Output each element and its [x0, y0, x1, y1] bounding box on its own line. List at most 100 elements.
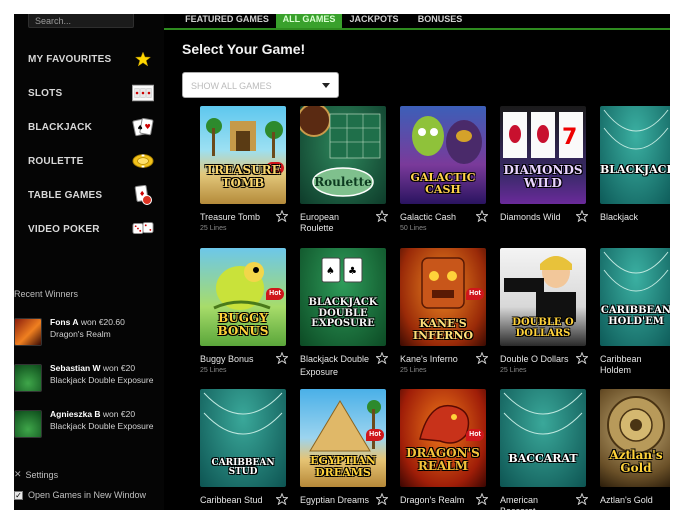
favourite-star-icon[interactable] [276, 352, 288, 364]
game-thumbnail[interactable]: CARIBBEAN HOLD'EM [600, 248, 670, 346]
game-lines: 50 Lines [400, 225, 427, 232]
game-lines: 25 Lines [400, 367, 427, 374]
game-tile-european-roulette[interactable]: Roulette European Roulette [300, 106, 388, 246]
game-thumbnail [14, 410, 42, 438]
game-thumbnail[interactable]: CARIBBEAN STUD [200, 389, 286, 487]
game-tile-caribbean-stud[interactable]: CARIBBEAN STUD Caribbean Stud [200, 389, 288, 510]
sidebar: Search... MY FAVOURITES SLOTS BLACKJACK … [14, 14, 164, 510]
sidebar-item-video-poker[interactable]: VIDEO POKER [28, 216, 154, 242]
star-icon [132, 48, 154, 70]
game-tile-dragons-realm[interactable]: Hot DRAGON'S REALM Dragon's Realm [400, 389, 488, 510]
sidebar-item-blackjack[interactable]: BLACKJACK ♠ ♥ [28, 114, 154, 140]
winner-name: Sebastian W [50, 363, 101, 373]
winner-entry[interactable]: Agnieszka B won €20 Blackjack Double Exp… [14, 408, 159, 444]
game-thumbnail [14, 364, 42, 392]
sidebar-item-label: MY FAVOURITES [28, 53, 112, 65]
game-thumbnail[interactable]: Hot DRAGON'S REALM [400, 389, 486, 487]
game-name: Treasure Tomb [200, 212, 261, 222]
open-new-window-option[interactable]: ✓ Open Games in New Window [14, 490, 146, 500]
hot-badge: Hot [366, 429, 384, 441]
sidebar-item-roulette[interactable]: ROULETTE [28, 148, 154, 174]
game-tile-kanes-inferno[interactable]: Hot KANE'S INFERNO Kane's Inferno 25 Lin… [400, 248, 488, 388]
favourite-star-icon[interactable] [576, 352, 588, 364]
game-logo: CARIBBEAN STUD [211, 458, 275, 478]
svg-text:♥: ♥ [145, 123, 151, 131]
game-thumbnail[interactable]: Hot TREASURE TOMB [200, 106, 286, 204]
favourite-star-icon[interactable] [476, 210, 488, 222]
game-logo: BUGGY BONUS [217, 311, 269, 338]
sidebar-item-label: SLOTS [28, 87, 63, 99]
game-lines: 25 Lines [500, 367, 527, 374]
game-logo: TREASURE TOMB [205, 163, 281, 190]
sidebar-item-table-games[interactable]: TABLE GAMES ♦ [28, 182, 154, 208]
game-thumbnail[interactable]: Roulette [300, 106, 386, 204]
game-thumbnail[interactable]: GALACTIC CASH [400, 106, 486, 204]
game-thumbnail[interactable]: ♠ ♣ BLACKJACK DOUBLE EXPOSURE [300, 248, 386, 346]
game-name: Dragon's Realm [400, 495, 465, 505]
hot-badge: Hot [466, 429, 484, 441]
game-thumbnail[interactable]: BACCARAT [500, 389, 586, 487]
favourite-star-icon[interactable] [276, 210, 288, 222]
winner-entry[interactable]: Sebastian W won €20 Blackjack Double Exp… [14, 362, 159, 398]
game-thumbnail[interactable]: 7 DIAMONDS WILD [500, 106, 586, 204]
winner-amount: won €20 [100, 363, 136, 373]
game-logo: Roulette [314, 175, 372, 189]
favourite-star-icon[interactable] [476, 352, 488, 364]
sidebar-item-slots[interactable]: SLOTS [28, 80, 154, 106]
favourite-star-icon[interactable] [376, 493, 388, 505]
favourite-star-icon[interactable] [376, 210, 388, 222]
game-name: Kane's Inferno [400, 354, 458, 364]
game-logo: BLACKJACK DOUBLE EXPOSURE [308, 297, 378, 329]
game-thumbnail[interactable]: Hot KANE'S INFERNO [400, 248, 486, 346]
game-tile-double-o-dollars[interactable]: DOUBLE O DOLLARS Double O Dollars 25 Lin… [500, 248, 588, 388]
tab-bonuses[interactable]: BONUSES [412, 14, 468, 28]
svg-text:♠: ♠ [326, 266, 335, 277]
game-logo: KANE'S INFERNO [412, 317, 474, 342]
hot-badge: Hot [266, 288, 284, 300]
settings-header[interactable]: ✕ Settings [14, 469, 58, 480]
favourite-star-icon[interactable] [276, 493, 288, 505]
game-name: Blackjack [600, 212, 639, 222]
game-tile-treasure-tomb[interactable]: Hot TREASURE TOMB Treasure Tomb 25 Lines [200, 106, 288, 246]
favourite-star-icon[interactable] [376, 352, 388, 364]
game-thumbnail[interactable]: DOUBLE O DOLLARS [500, 248, 586, 346]
game-tile-buggy-bonus[interactable]: Hot BUGGY BONUS Buggy Bonus 25 Lines [200, 248, 288, 388]
winner-game: Blackjack Double Exposure [50, 421, 154, 431]
game-tile-blackjack[interactable]: BLACKJACK Blackjack [600, 106, 670, 246]
settings-label: Settings [25, 469, 59, 480]
tab-all-games[interactable]: ALL GAMES [276, 14, 342, 28]
winner-amount: won €20 [100, 409, 136, 419]
tab-jackpots[interactable]: JACKPOTS [348, 14, 400, 28]
game-name: European Roulette [300, 212, 340, 233]
game-tile-american-baccarat[interactable]: BACCARAT American Baccarat [500, 389, 588, 510]
page-title: Select Your Game! [182, 41, 306, 57]
favourite-star-icon[interactable] [576, 493, 588, 505]
game-tile-aztlans-gold[interactable]: Aztlan's Gold Aztlan's Gold [600, 389, 670, 510]
svg-text:♠: ♠ [137, 124, 143, 132]
svg-text:♣: ♣ [348, 266, 357, 277]
favourite-star-icon[interactable] [576, 210, 588, 222]
winner-game: Dragon's Realm [50, 329, 111, 339]
sidebar-item-label: BLACKJACK [28, 121, 93, 133]
game-tile-galactic-cash[interactable]: GALACTIC CASH Galactic Cash 50 Lines [400, 106, 488, 246]
game-thumbnail[interactable]: Hot BUGGY BONUS [200, 248, 286, 346]
search-input[interactable]: Search... [28, 14, 134, 28]
sidebar-item-label: VIDEO POKER [28, 223, 100, 235]
tab-featured-games[interactable]: FEATURED GAMES [184, 14, 270, 28]
sidebar-item-my-favourites[interactable]: MY FAVOURITES [28, 46, 154, 72]
game-thumbnail[interactable]: BLACKJACK [600, 106, 670, 204]
game-tile-blackjack-double-exposure[interactable]: ♠ ♣ BLACKJACK DOUBLE EXPOSURE Blackjack D… [300, 248, 388, 388]
open-new-window-checkbox[interactable]: ✓ [14, 490, 23, 500]
game-logo: DOUBLE O DOLLARS [512, 317, 574, 339]
baccarat-table-art [503, 392, 583, 435]
game-logo: GALACTIC CASH [410, 171, 476, 196]
favourite-star-icon[interactable] [476, 493, 488, 505]
game-filter-dropdown[interactable]: SHOW ALL GAMES [182, 72, 339, 98]
game-tile-diamonds-wild[interactable]: 7 DIAMONDS WILD Diamonds Wild [500, 106, 588, 246]
game-tile-egyptian-dreams[interactable]: Hot EGYPTIAN DREAMS Egyptian Dreams [300, 389, 388, 510]
game-logo: EGYPTIAN DREAMS [310, 454, 376, 479]
winner-entry[interactable]: Fons A won €20.60 Dragon's Realm [14, 316, 159, 352]
game-thumbnail[interactable]: Aztlan's Gold [600, 389, 670, 487]
game-tile-caribbean-holdem[interactable]: CARIBBEAN HOLD'EM Caribbean Holdem [600, 248, 670, 388]
game-thumbnail[interactable]: Hot EGYPTIAN DREAMS [300, 389, 386, 487]
